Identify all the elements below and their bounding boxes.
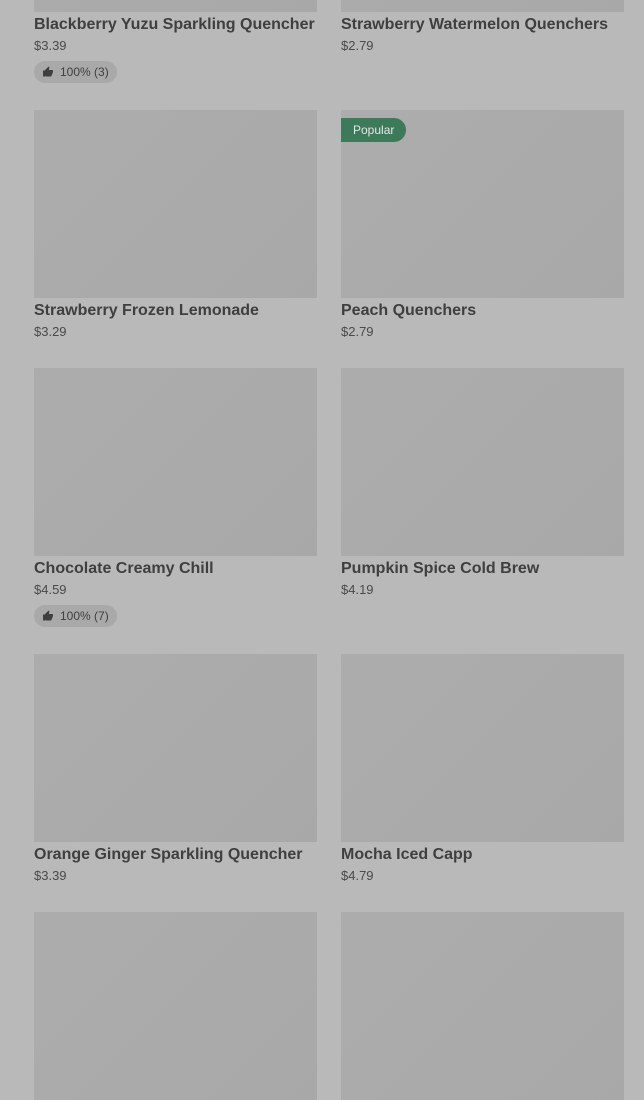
rating-badge: 100% (3) [34,61,117,83]
product-card[interactable]: Mocha Iced Capp $4.79 [341,654,624,885]
product-price: $3.39 [34,868,67,883]
thumbs-up-icon [42,66,54,78]
product-name[interactable]: Blackberry Yuzu Sparkling Quencher [34,15,317,35]
product-card[interactable]: Blackberry Yuzu Sparkling Quencher $3.39… [34,0,317,83]
rating-badge: 100% (7) [34,605,117,627]
product-name[interactable]: Chocolate Creamy Chill [34,559,317,579]
product-image[interactable]: Popular [341,110,624,298]
product-image[interactable] [341,912,624,1100]
product-image[interactable] [34,368,317,556]
product-price: $2.79 [341,324,374,339]
product-card[interactable] [341,912,624,1100]
product-image[interactable] [341,0,624,12]
product-name[interactable]: Peach Quenchers [341,301,624,321]
product-card[interactable]: Popular Peach Quenchers $2.79 [341,110,624,341]
thumbs-up-icon [42,610,54,622]
product-card[interactable]: Strawberry Frozen Lemonade $3.29 [34,110,317,341]
product-name[interactable]: Pumpkin Spice Cold Brew [341,559,624,579]
product-price: $2.79 [341,38,374,53]
product-name[interactable]: Mocha Iced Capp [341,845,624,865]
rating-text: 100% (3) [60,65,109,79]
product-name[interactable]: Strawberry Frozen Lemonade [34,301,317,321]
product-card[interactable]: Strawberry Watermelon Quenchers $2.79 [341,0,624,55]
popular-badge: Popular [341,118,407,142]
product-name[interactable]: Orange Ginger Sparkling Quencher [34,845,317,865]
product-image[interactable] [34,654,317,842]
product-card[interactable] [34,912,317,1100]
product-price: $4.19 [341,582,374,597]
product-grid: Blackberry Yuzu Sparkling Quencher $3.39… [0,0,644,1100]
product-image[interactable] [34,912,317,1100]
product-price: $4.79 [341,868,374,883]
product-image[interactable] [34,110,317,298]
product-image[interactable] [34,0,317,12]
rating-text: 100% (7) [60,609,109,623]
product-card[interactable]: Pumpkin Spice Cold Brew $4.19 [341,368,624,599]
product-name[interactable]: Strawberry Watermelon Quenchers [341,15,624,35]
product-card[interactable]: Chocolate Creamy Chill $4.59 100% (7) [34,368,317,627]
product-image[interactable] [341,654,624,842]
product-price: $4.59 [34,582,67,597]
product-card[interactable]: Orange Ginger Sparkling Quencher $3.39 [34,654,317,885]
product-image[interactable] [341,368,624,556]
product-price: $3.39 [34,38,67,53]
product-price: $3.29 [34,324,67,339]
